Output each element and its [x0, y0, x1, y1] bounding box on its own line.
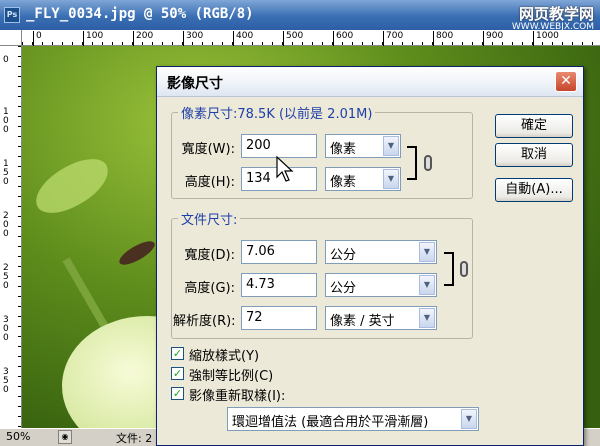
doc-link-bracket	[444, 252, 454, 286]
ruler-tick: 1 0 0	[3, 107, 9, 135]
pixel-width-label: 寬度(W):	[181, 142, 235, 157]
chevron-down-icon: ▼	[461, 409, 477, 429]
dialog-titlebar[interactable]: 影像尺寸 ✕	[157, 67, 583, 97]
image-size-dialog: 影像尺寸 ✕ 像素尺寸:78.5K (以前是 2.01M) 寬度(W): 200…	[156, 66, 584, 446]
mouse-cursor-icon	[276, 155, 294, 182]
pixel-height-label: 高度(H):	[184, 175, 235, 190]
pixel-width-unit-select[interactable]: 像素 ▼	[325, 134, 401, 158]
ruler-tick: 3 0 0	[3, 315, 9, 343]
watermark: 网页教学网 WWW.WEBJX.COM	[512, 3, 594, 32]
ruler-tick: 500	[282, 31, 304, 46]
doc-height-unit: 公分	[330, 281, 357, 296]
ruler-top[interactable]: 0 100 200 300 400 500 600 700 800 900 10…	[22, 30, 600, 46]
ruler-tick: 800	[432, 31, 454, 46]
ruler-tick: 3 5 0	[3, 367, 9, 395]
document-size-legend: 文件尺寸:	[181, 213, 238, 228]
leaf-shape	[27, 150, 117, 222]
doc-width-unit-select[interactable]: 公分 ▼	[325, 240, 437, 264]
status-menu-icon[interactable]: ◉	[58, 430, 72, 444]
document-title: _FLY_0034.jpg @ 50% (RGB/8)	[26, 6, 254, 22]
link-chain-icon	[460, 261, 468, 277]
file-info[interactable]: 文件: 2	[116, 430, 152, 446]
ruler-tick: 1000	[533, 31, 559, 46]
document-titlebar[interactable]: Ps _FLY_0034.jpg @ 50% (RGB/8) 网页教学网 WWW…	[0, 0, 600, 32]
doc-width-input[interactable]: 7.06	[241, 240, 317, 264]
photoshop-icon: Ps	[4, 7, 20, 23]
ruler-tick: 2 5 0	[3, 263, 9, 291]
resolution-unit-select[interactable]: 像素 / 英寸 ▼	[325, 306, 437, 330]
watermark-title: 网页教学网	[518, 5, 594, 23]
pixel-height-unit-select[interactable]: 像素 ▼	[325, 167, 401, 191]
resolution-input[interactable]: 72	[241, 306, 317, 330]
zoom-level[interactable]: 50%	[6, 430, 30, 443]
close-button[interactable]: ✕	[555, 71, 577, 92]
chevron-down-icon: ▼	[383, 136, 399, 156]
resolution-unit: 像素 / 英寸	[330, 314, 395, 329]
doc-height-unit-select[interactable]: 公分 ▼	[325, 273, 437, 297]
ruler-tick: 2 0 0	[3, 211, 9, 239]
close-icon: ✕	[560, 73, 572, 89]
checkmark-icon: ✓	[171, 347, 184, 360]
ruler-tick: 200	[132, 31, 154, 46]
insect-shape	[116, 236, 158, 270]
resample-image-label: 影像重新取樣(I):	[189, 389, 286, 404]
resample-method-value: 環迴增值法 (最適合用於平滑漸層)	[232, 415, 429, 430]
checkmark-icon: ✓	[171, 387, 184, 400]
ruler-left[interactable]: 0 1 0 0 1 5 0 2 0 0 2 5 0 3 0 0 3 5 0	[0, 46, 22, 428]
link-chain-icon	[424, 155, 432, 171]
ruler-tick: 1 5 0	[3, 159, 9, 187]
ruler-tick: 0	[33, 31, 42, 46]
pixel-height-unit: 像素	[330, 175, 357, 190]
doc-width-label: 寬度(D):	[184, 248, 235, 263]
ruler-corner[interactable]	[0, 30, 22, 46]
checkmark-icon: ✓	[171, 367, 184, 380]
ruler-tick: 600	[332, 31, 354, 46]
ruler-tick: 900	[482, 31, 504, 46]
cancel-button[interactable]: 取消	[495, 143, 573, 167]
pixel-dimensions-legend: 像素尺寸:78.5K (以前是 2.01M)	[181, 107, 373, 122]
ruler-tick: 100	[82, 31, 104, 46]
ruler-tick: 0	[3, 55, 9, 65]
pixel-width-unit: 像素	[330, 142, 357, 157]
doc-width-unit: 公分	[330, 248, 357, 263]
chevron-down-icon: ▼	[419, 275, 435, 295]
ruler-tick: 700	[382, 31, 404, 46]
ok-button[interactable]: 確定	[495, 114, 573, 138]
constrain-proportions-label: 強制等比例(C)	[189, 369, 274, 384]
doc-height-label: 高度(G):	[184, 281, 235, 296]
pixel-link-bracket	[407, 146, 417, 180]
ruler-tick: 400	[232, 31, 254, 46]
dialog-title: 影像尺寸	[167, 76, 223, 92]
chevron-down-icon: ▼	[383, 169, 399, 189]
auto-button[interactable]: 自動(A)...	[495, 178, 573, 202]
doc-height-input[interactable]: 4.73	[241, 273, 317, 297]
ruler-tick: 300	[182, 31, 204, 46]
resolution-label: 解析度(R):	[173, 314, 236, 329]
chevron-down-icon: ▼	[419, 242, 435, 262]
chevron-down-icon: ▼	[419, 308, 435, 328]
resample-method-select[interactable]: 環迴增值法 (最適合用於平滑漸層) ▼	[227, 407, 479, 431]
scale-styles-label: 縮放樣式(Y)	[189, 349, 260, 364]
